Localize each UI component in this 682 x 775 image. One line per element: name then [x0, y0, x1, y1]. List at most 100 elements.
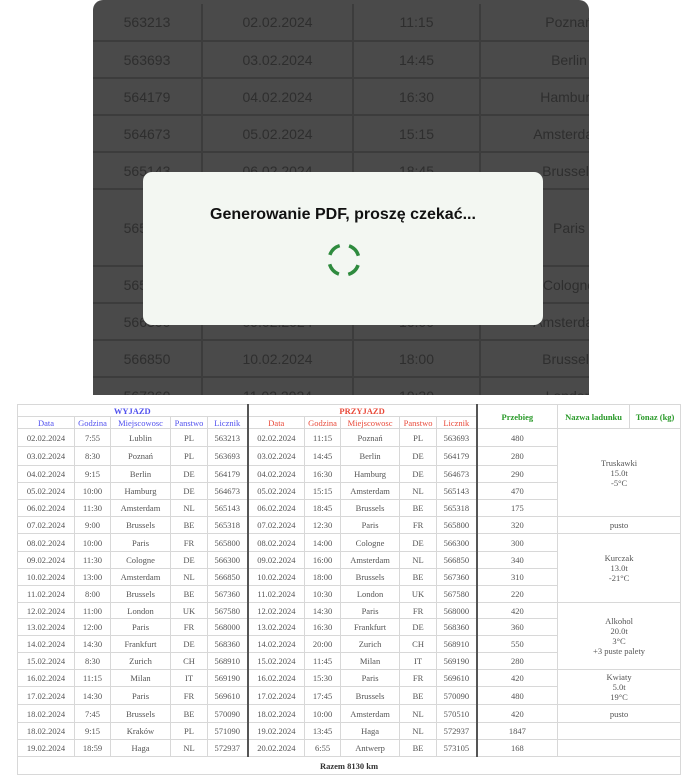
arrival-date: 19.02.2024 — [247, 722, 306, 740]
departure-time: 14:30 — [74, 686, 111, 705]
departure-city: Paris — [110, 686, 171, 705]
background-cell-time: 18:00 — [352, 339, 481, 378]
departure-city: London — [110, 602, 171, 619]
background-cell-date: 04.02.2024 — [201, 77, 354, 116]
background-cell-date: 11.02.2024 — [201, 376, 354, 395]
arrival-time: 15:15 — [304, 482, 342, 500]
cargo-cell: pusto — [557, 516, 682, 534]
departure-date: 09.02.2024 — [17, 551, 75, 569]
background-cell-time: 16:30 — [352, 77, 481, 116]
background-cell-odometer: 563693 — [93, 40, 203, 79]
distance: 420 — [476, 704, 559, 723]
departure-col-godzina: Godzina — [74, 416, 111, 429]
departure-city: Paris — [110, 618, 171, 636]
departure-country: FR — [170, 618, 208, 636]
departure-date: 11.02.2024 — [17, 585, 75, 603]
distance: 280 — [476, 652, 559, 670]
arrival-odometer: 564673 — [436, 465, 478, 483]
arrival-date: 05.02.2024 — [247, 482, 306, 500]
arrival-odometer: 568000 — [436, 602, 478, 619]
cargo-name-header: Nazwa ladunku — [557, 404, 631, 429]
arrival-time: 6:55 — [304, 739, 342, 757]
arrival-odometer: 572937 — [436, 722, 478, 740]
distance: 470 — [476, 482, 559, 500]
arrival-country: DE — [399, 465, 438, 483]
cargo-line: +3 puste palety — [593, 646, 646, 656]
departure-date: 16.02.2024 — [17, 669, 75, 687]
departure-city: Haga — [110, 739, 171, 757]
arrival-country: DE — [399, 533, 438, 552]
departure-odometer: 571090 — [206, 722, 249, 740]
distance: 290 — [476, 465, 559, 483]
departure-country: PL — [170, 446, 208, 466]
arrival-country: FR — [399, 602, 438, 619]
departure-city: Brussels — [110, 704, 171, 723]
loading-spinner-icon — [327, 243, 361, 277]
departure-city: Brussels — [110, 516, 171, 534]
departure-date: 14.02.2024 — [17, 635, 75, 653]
departure-date: 18.02.2024 — [17, 722, 75, 740]
arrival-time: 16:30 — [304, 618, 342, 636]
arrival-time: 13:45 — [304, 722, 342, 740]
arrival-country: BE — [399, 739, 438, 757]
arrival-date: 08.02.2024 — [247, 533, 306, 552]
departure-country: FR — [170, 533, 208, 552]
arrival-odometer: 570510 — [436, 704, 478, 723]
distance-header: Przebieg — [476, 404, 559, 429]
departure-city: Hamburg — [110, 482, 171, 500]
cargo-cell: Kwiaty 5.0t 19°C — [557, 669, 682, 705]
arrival-date: 16.02.2024 — [247, 669, 306, 687]
distance: 480 — [476, 428, 559, 447]
arrival-city: Paris — [340, 602, 401, 619]
total-row: Razem 8130 km — [16, 756, 682, 775]
distance: 175 — [476, 499, 559, 517]
departure-city: Milan — [110, 669, 171, 687]
arrival-time: 14:30 — [304, 602, 342, 619]
departure-odometer: 570090 — [206, 704, 249, 723]
cargo-line: 5.0t — [612, 682, 626, 692]
table-row: 12.02.2024 11:00 London UK 567580 12.02.2024 1… — [17, 602, 682, 670]
arrival-date: 02.02.2024 — [247, 428, 306, 447]
arrival-date: 10.02.2024 — [247, 568, 306, 586]
departure-time: 10:00 — [74, 482, 111, 500]
departure-odometer: 568910 — [206, 652, 249, 670]
arrival-date: 15.02.2024 — [247, 652, 306, 670]
cargo-cell — [557, 739, 682, 757]
arrival-col-miejscowosc: Miejscowosc — [340, 416, 401, 429]
departure-country: NL — [170, 499, 208, 517]
cargo-line: 3°C — [612, 636, 626, 646]
arrival-country: DE — [399, 618, 438, 636]
departure-country: UK — [170, 602, 208, 619]
departure-odometer: 565800 — [206, 533, 249, 552]
departure-country: NL — [170, 739, 208, 757]
table-row: 02.02.2024 7:55 Lublin PL 563213 02.02.2024 11… — [17, 428, 682, 517]
departure-time: 9:15 — [74, 722, 111, 740]
arrival-country: NL — [399, 551, 438, 569]
departure-date: 10.02.2024 — [17, 568, 75, 586]
table-row: 18.02.2024 7:45 Brussels BE 570090 18.02.2024… — [17, 704, 682, 723]
arrival-odometer: 565800 — [436, 516, 478, 534]
background-cell-city: Berlin — [479, 40, 589, 79]
departure-date: 19.02.2024 — [17, 739, 75, 757]
arrival-country: UK — [399, 585, 438, 603]
background-cell-time: 14:45 — [352, 40, 481, 79]
modal-title: Generowanie PDF, proszę czekać... — [210, 206, 476, 223]
background-cell-time: 15:15 — [352, 114, 481, 153]
departure-country: NL — [170, 568, 208, 586]
departure-odometer: 568360 — [206, 635, 249, 653]
arrival-odometer: 568360 — [436, 618, 478, 636]
departure-time: 8:00 — [74, 585, 111, 603]
arrival-country: NL — [399, 482, 438, 500]
distance: 168 — [476, 739, 559, 757]
background-table-row: 563213 02.02.2024 11:15 Poznań — [93, 4, 589, 42]
departure-col-panstwo: Panstwo — [170, 416, 208, 429]
arrival-city: Amsterdam — [340, 704, 401, 723]
departure-col-licznik: Licznik — [206, 416, 249, 429]
background-cell-date: 03.02.2024 — [201, 40, 354, 79]
arrival-date: 11.02.2024 — [247, 585, 306, 603]
arrival-date: 13.02.2024 — [247, 618, 306, 636]
departure-city: Amsterdam — [110, 499, 171, 517]
departure-country: IT — [170, 669, 208, 687]
departure-odometer: 565143 — [206, 499, 249, 517]
departure-time: 13:00 — [74, 568, 111, 586]
